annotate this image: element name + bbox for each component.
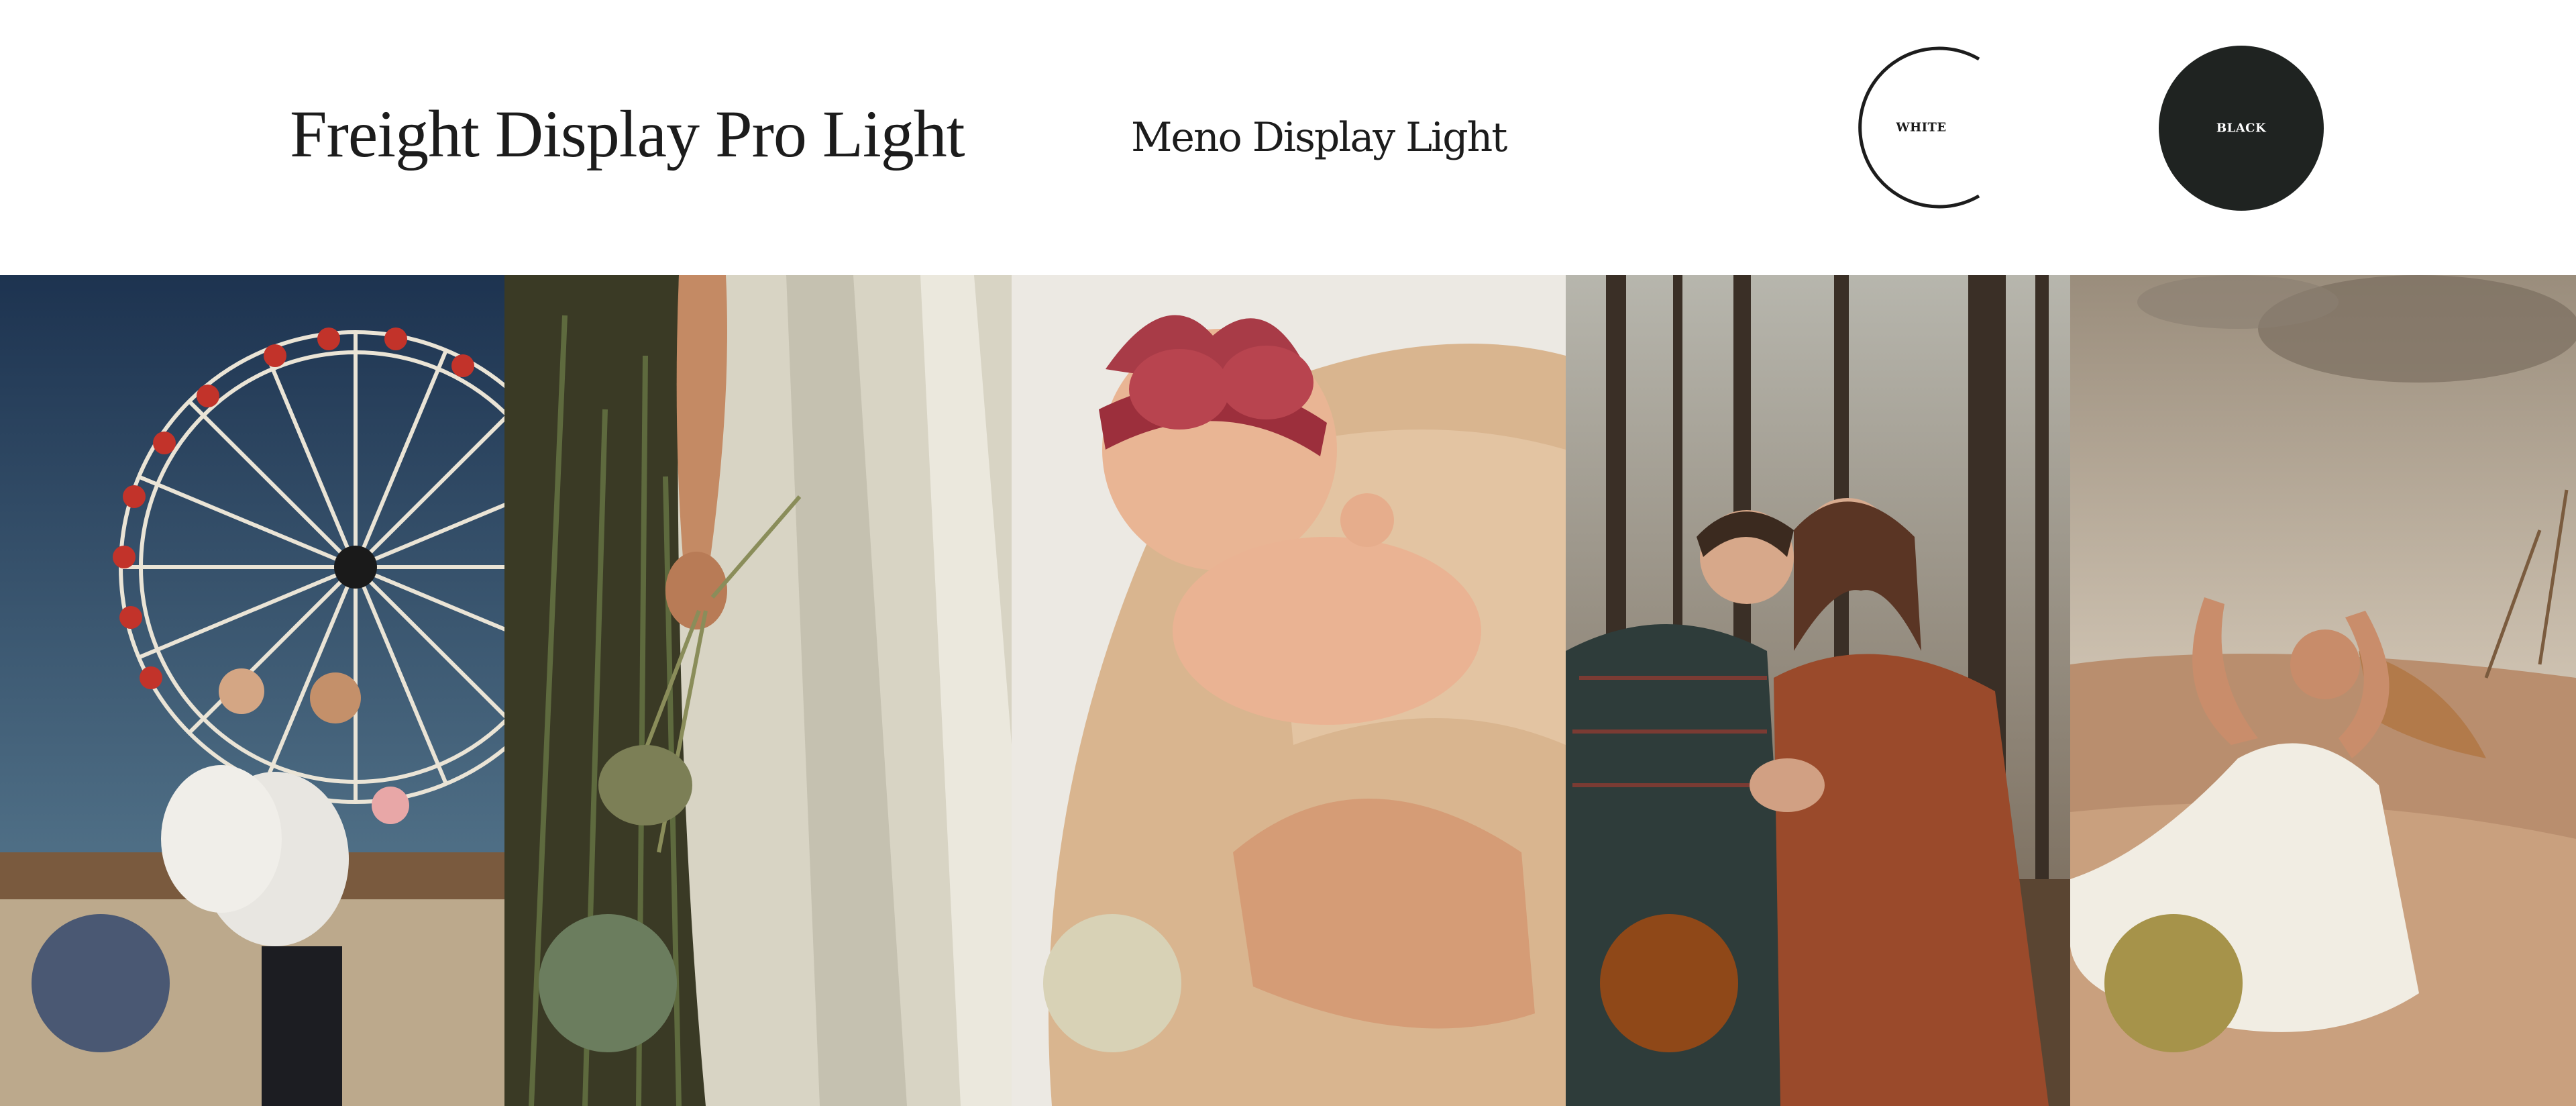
- blue-swatch-dot: [32, 914, 170, 1052]
- dress-and-bouquet-photo: [504, 275, 1012, 1106]
- palette-header: Freight Display Pro Light Meno Display L…: [0, 0, 2576, 275]
- mustard-swatch-dot: [2104, 914, 2243, 1052]
- sage-swatch-dot: [539, 914, 677, 1052]
- subheading-font-sample: Meno Display Light: [1131, 114, 1507, 161]
- black-swatch-label: BLACK: [2216, 121, 2267, 136]
- black-color-swatch: BLACK: [2159, 46, 2324, 211]
- white-swatch-label: WHITE: [1896, 120, 1947, 135]
- white-color-swatch: WHITE: [1838, 44, 2004, 211]
- forest-couple-photo: [1566, 275, 2070, 1106]
- ferris-wheel-couple-photo: [0, 275, 504, 1106]
- photo-palette-gallery: [0, 275, 2576, 1106]
- newborn-headband-photo: [1012, 275, 1566, 1106]
- cream-swatch-dot: [1043, 914, 1181, 1052]
- heading-font-sample: Freight Display Pro Light: [290, 97, 965, 171]
- dune-woman-photo: [2070, 275, 2576, 1106]
- rust-swatch-dot: [1600, 914, 1738, 1052]
